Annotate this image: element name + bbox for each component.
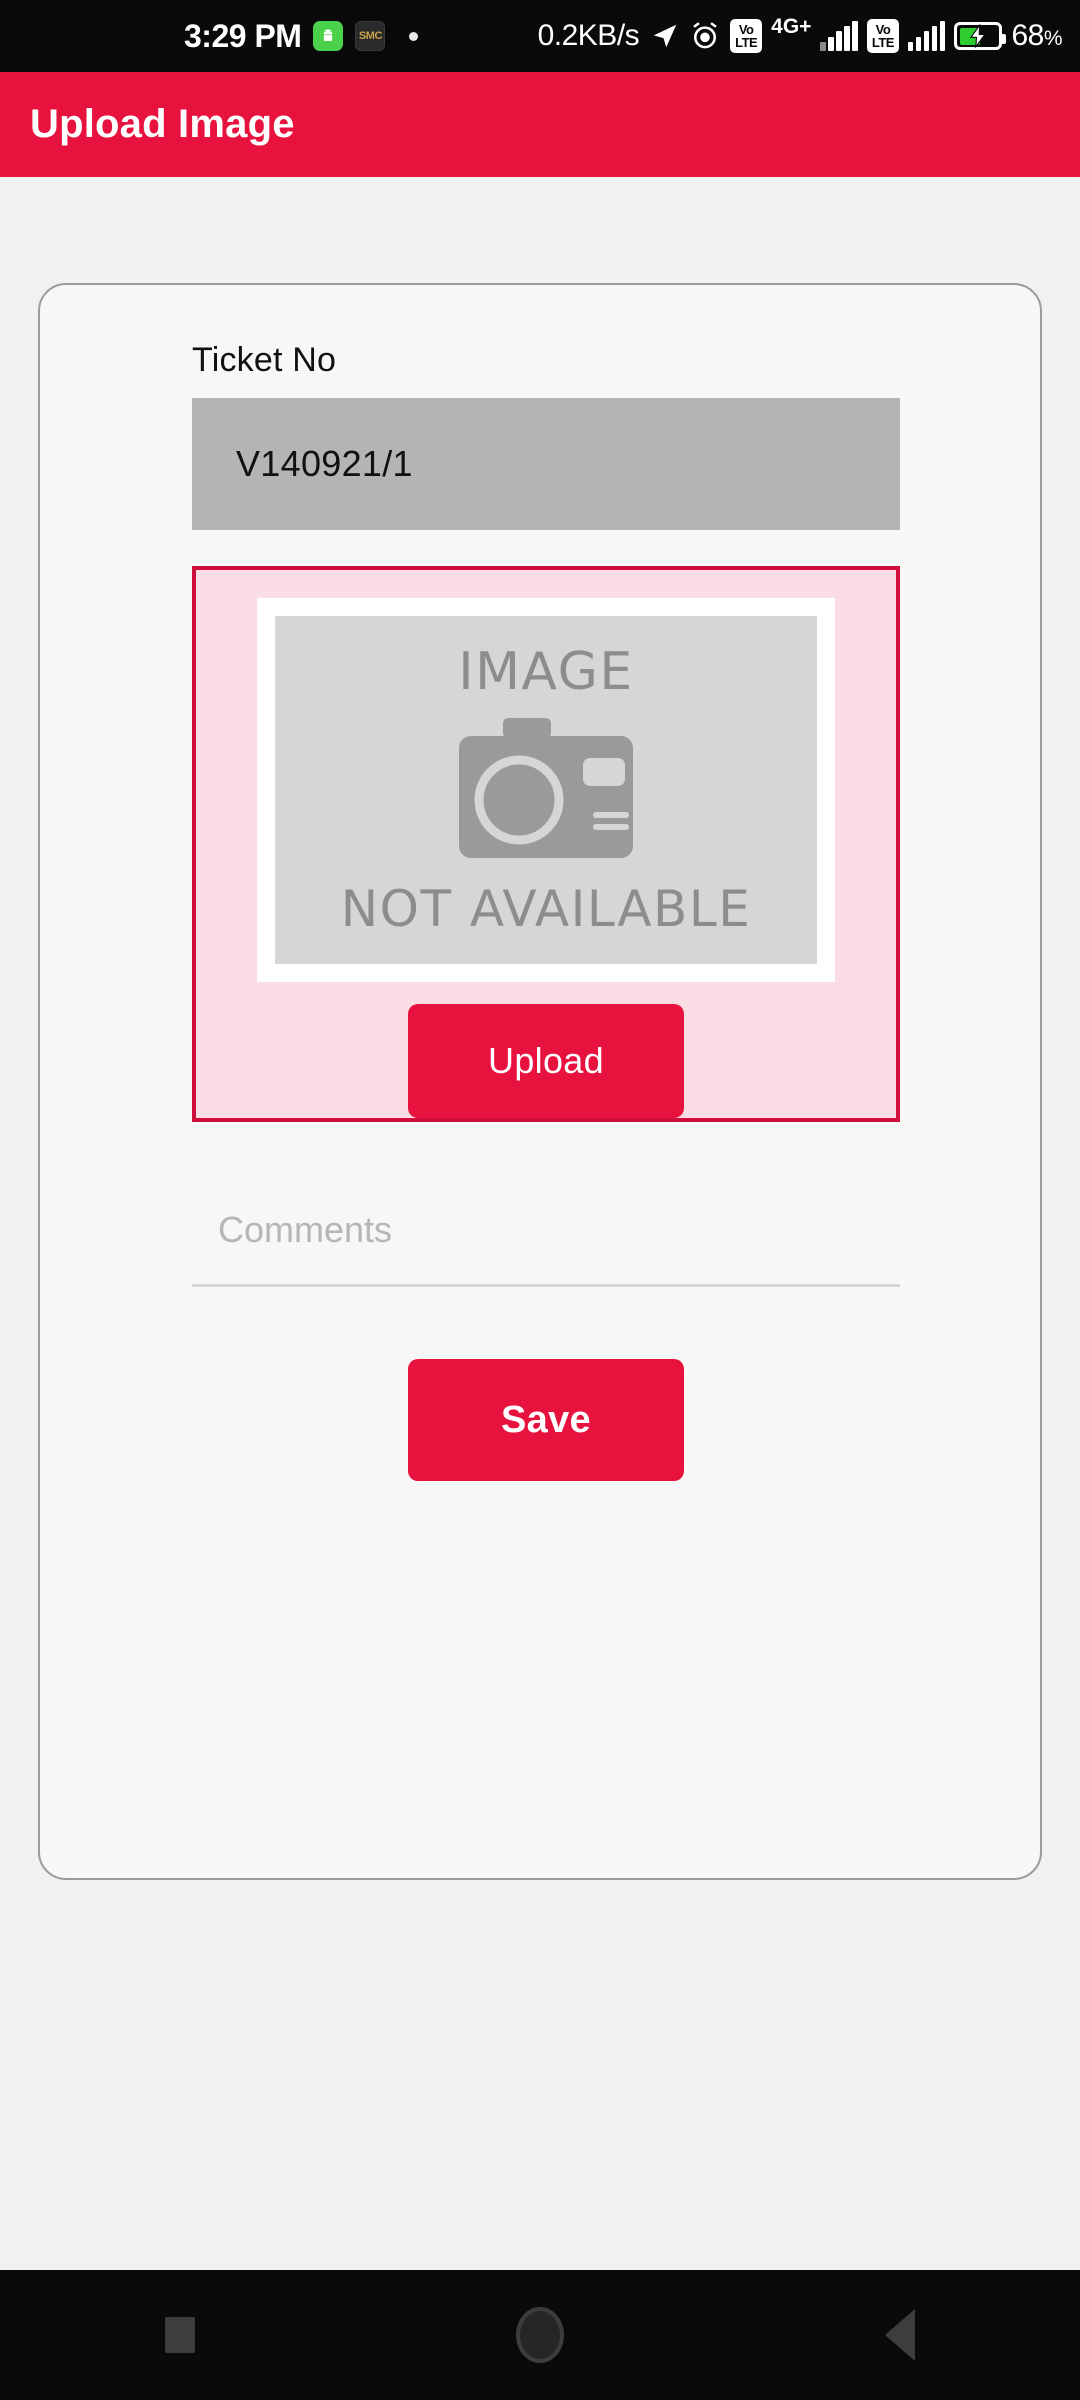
volte-bottom-text: LTE [735,35,758,50]
notification-dot-icon [409,31,419,41]
network-speed-label: 0.2KB/s [537,19,640,52]
placeholder-subtitle: NOT AVAILABLE [340,880,752,939]
volte-icon-sim2: Vo LTE [866,19,899,53]
upload-form-card: Ticket No V140921/1 IMAGE NOT AVAILABLE … [38,283,1042,1880]
ticket-no-input[interactable]: V140921/1 [192,398,900,530]
network-type-group: 4G+ [771,16,811,57]
circle-icon [516,2307,564,2363]
battery-charging-icon [954,22,1007,50]
battery-percent-symbol: % [1043,27,1063,50]
android-app-icon [313,21,344,51]
save-button[interactable]: Save [408,1359,684,1481]
battery-percent-label: 68% [1011,19,1062,53]
triangle-back-icon [885,2309,915,2361]
image-preview-frame: IMAGE NOT AVAILABLE [257,598,835,983]
camera-icon [441,714,651,864]
form-content: Ticket No V140921/1 IMAGE NOT AVAILABLE … [40,285,1040,1481]
phone-screen: 3:29 PM SMC 0.2KB/s Vo LTE 4G+ Vo LTE 68… [0,0,1080,2400]
save-button-row: Save [192,1359,900,1481]
volte-icon-sim1: Vo LTE [730,19,763,53]
image-not-available-placeholder: IMAGE NOT AVAILABLE [275,616,817,965]
recents-button[interactable] [120,2270,240,2400]
network-type-label: 4G+ [771,14,812,38]
comments-input[interactable] [192,1188,900,1284]
page-title: Upload Image [30,102,295,146]
home-button[interactable] [480,2270,600,2400]
android-navigation-bar [0,2270,1080,2400]
placeholder-title: IMAGE [458,642,634,703]
signal-bars-icon-sim1 [820,21,858,51]
signal-bars-icon-sim2 [907,21,946,51]
square-icon [165,2317,195,2353]
location-arrow-icon [650,20,680,52]
status-bar-right: 0.2KB/s Vo LTE 4G+ Vo LTE 68% [537,16,1063,57]
upload-button[interactable]: Upload [408,1004,684,1118]
status-bar-clock: 3:29 PM [184,17,302,54]
ticket-no-value: V140921/1 [236,443,413,484]
back-button[interactable] [840,2270,960,2400]
status-bar-left: 3:29 PM SMC [0,17,419,55]
comments-field-group [192,1188,900,1287]
alarm-clock-icon [689,20,721,52]
comments-underline [192,1284,900,1287]
smc-app-icon: SMC [355,21,386,51]
volte2-bottom-text: LTE [871,35,895,50]
status-bar: 3:29 PM SMC 0.2KB/s Vo LTE 4G+ Vo LTE 68… [0,0,1080,72]
app-bar: Upload Image [0,72,1080,177]
image-upload-area[interactable]: IMAGE NOT AVAILABLE Upload [192,566,900,1122]
battery-percent-value: 68 [1011,19,1044,52]
ticket-no-label: Ticket No [192,341,337,379]
